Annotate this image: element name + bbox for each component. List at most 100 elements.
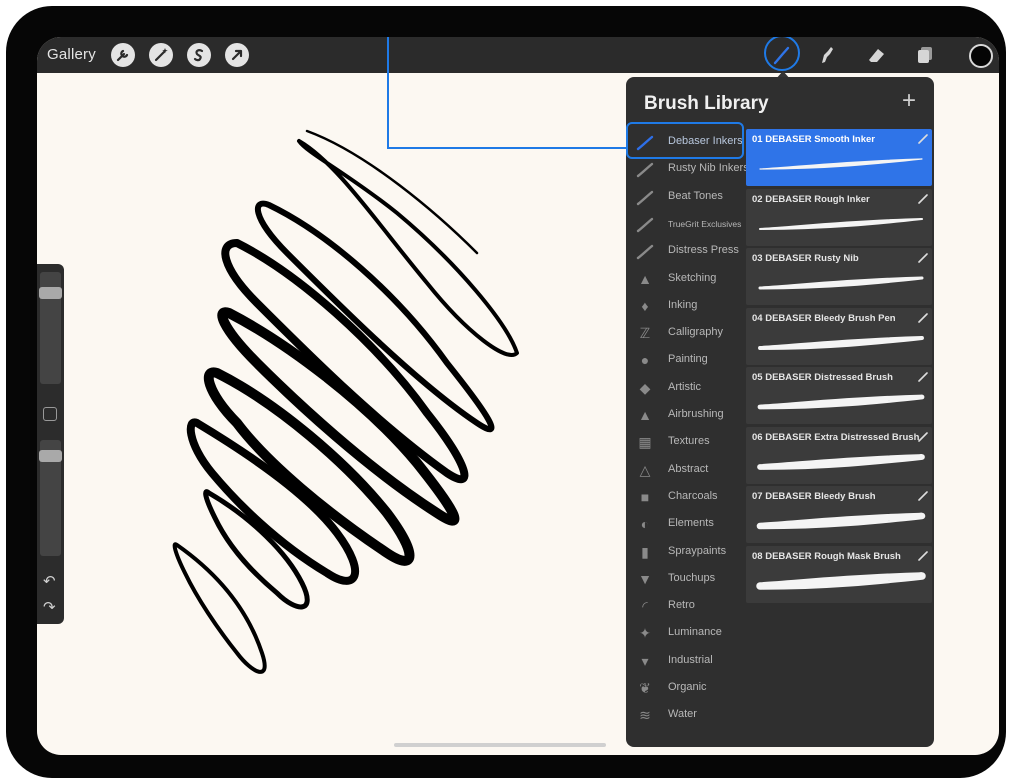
smudge-icon[interactable] (815, 43, 839, 67)
category-label: Elements (668, 517, 714, 530)
globe-icon: ◐ (640, 516, 650, 533)
brush-item[interactable]: 03 DEBASER Rusty Nib (746, 248, 932, 305)
left-sidebar: ↶ ↷ (37, 264, 64, 624)
category-item[interactable]: ◆ Artistic (626, 375, 744, 402)
category-label: Retro (668, 599, 695, 612)
color-picker-button[interactable] (969, 44, 993, 68)
brush-mini-icon (918, 312, 928, 323)
category-label: Charcoals (668, 489, 718, 502)
category-item[interactable]: ◐ Elements (626, 511, 744, 538)
category-label: Industrial (668, 653, 713, 666)
calligraphy-icon: ℤ (639, 325, 651, 342)
brush-stroke-preview (756, 571, 926, 590)
brush-stroke-preview (759, 158, 923, 170)
brush-stroke-preview (758, 335, 924, 350)
category-item[interactable]: ▾ Industrial (626, 648, 744, 675)
home-indicator (394, 743, 606, 747)
category-item[interactable]: ❦ Organic (626, 675, 744, 702)
category-item[interactable]: ▮ Spraypaints (626, 539, 744, 566)
add-brush-button[interactable]: + (902, 87, 916, 115)
category-item[interactable]: TrueGrit Exclusives (626, 211, 744, 238)
category-item[interactable]: ◜ Retro (626, 593, 744, 620)
undo-icon[interactable]: ↶ (43, 572, 56, 590)
redo-icon[interactable]: ↷ (43, 598, 56, 616)
magic-wand-icon[interactable] (149, 43, 173, 67)
category-label: Spraypaints (668, 544, 727, 557)
category-item[interactable]: Rusty Nib Inkers (626, 156, 749, 183)
brush-mini-icon (918, 550, 928, 561)
category-label: Painting (668, 353, 708, 366)
category-label: Touchups (668, 571, 716, 584)
category-label: Calligraphy (668, 326, 724, 339)
pencil-tip-icon: ▲ (638, 270, 652, 287)
waves-icon: ≋ (639, 707, 651, 724)
brush-stroke-preview (758, 276, 924, 290)
callout-line (387, 147, 627, 149)
brush-stroke-preview (757, 453, 925, 470)
category-item[interactable]: ● Painting (626, 347, 744, 374)
procreate-screen: Gallery ↶ ↷ Brush Library + Debaser Inke… (37, 37, 999, 755)
category-label: Airbrushing (668, 408, 724, 420)
category-label: Artistic (668, 380, 701, 393)
brush-item[interactable]: 05 DEBASER Distressed Brush (746, 367, 932, 424)
charcoal-icon: ■ (640, 488, 650, 505)
brush-stroke-preview (756, 512, 926, 530)
brush-name: 02 DEBASER Rough Inker (752, 193, 870, 205)
retro-icon: ◜ (642, 598, 648, 615)
wrench-icon[interactable] (111, 43, 135, 67)
triangle-icon: △ (639, 461, 651, 478)
brush-stroke-icon (636, 189, 654, 207)
category-label: Beat Tones (668, 189, 723, 202)
category-label: Organic (668, 681, 707, 693)
category-item[interactable]: ≋ Water (626, 702, 744, 729)
category-item[interactable]: ✦ Luminance (626, 620, 744, 647)
opacity-thumb[interactable] (39, 450, 62, 463)
brush-name: 08 DEBASER Rough Mask Brush (752, 550, 901, 562)
category-item[interactable]: Distress Press (626, 238, 744, 265)
category-item[interactable]: ℤ Calligraphy (626, 320, 744, 347)
category-label: Luminance (668, 626, 722, 639)
category-item[interactable]: Beat Tones (626, 184, 744, 211)
transform-arrow-icon[interactable] (225, 43, 249, 67)
brush-item[interactable]: 07 DEBASER Bleedy Brush (746, 486, 932, 543)
layers-icon[interactable] (913, 43, 937, 67)
modify-square-icon[interactable] (43, 407, 57, 421)
anvil-icon: ▾ (641, 652, 649, 669)
category-label: Distress Press (668, 244, 739, 257)
brush-item[interactable]: 04 DEBASER Bleedy Brush Pen (746, 307, 932, 365)
brush-name: 01 DEBASER Smooth Inker (752, 134, 875, 145)
category-item[interactable]: ▲ Airbrushing (626, 402, 744, 429)
category-item[interactable]: ▲ Sketching (626, 266, 744, 293)
brush-item[interactable]: 01 DEBASER Smooth Inker (746, 129, 932, 186)
brush-stroke-icon (636, 216, 654, 234)
category-label: Sketching (668, 271, 717, 284)
brush-library-panel: Brush Library + Debaser Inkers Rusty Nib … (626, 77, 934, 747)
category-label: Inking (668, 298, 698, 311)
brush-item[interactable]: 06 DEBASER Extra Distressed Brush (746, 426, 932, 484)
brush-stroke-icon (636, 243, 654, 261)
brush-name: 05 DEBASER Distressed Brush (752, 372, 893, 383)
category-item[interactable]: ▼ Touchups (626, 566, 744, 593)
brush-item[interactable]: 02 DEBASER Rough Inker (746, 188, 932, 246)
category-label: Textures (668, 435, 710, 448)
brush-name: 04 DEBASER Bleedy Brush Pen (752, 312, 896, 324)
ink-drop-icon: ♦ (641, 297, 649, 314)
selection-s-icon[interactable] (187, 43, 211, 67)
eraser-icon[interactable] (865, 43, 889, 67)
brush-size-thumb[interactable] (39, 287, 62, 299)
category-item[interactable]: ♦ Inking (626, 293, 744, 320)
texture-icon: ▦ (638, 434, 652, 451)
category-item[interactable]: ■ Charcoals (626, 484, 744, 511)
brush-stroke-icon (636, 161, 654, 179)
category-highlight (626, 122, 744, 159)
panel-title: Brush Library (644, 93, 769, 114)
category-item[interactable]: ▦ Textures (626, 429, 744, 456)
category-item[interactable]: △ Abstract (626, 457, 744, 484)
artistic-icon: ◆ (639, 379, 651, 396)
brush-item[interactable]: 08 DEBASER Rough Mask Brush (746, 545, 932, 603)
gallery-button[interactable]: Gallery (47, 46, 96, 63)
callout-line (387, 37, 389, 149)
touchup-icon: ▼ (638, 570, 652, 587)
paint-drop-icon: ● (640, 352, 650, 369)
category-label: Rusty Nib Inkers (668, 162, 749, 175)
